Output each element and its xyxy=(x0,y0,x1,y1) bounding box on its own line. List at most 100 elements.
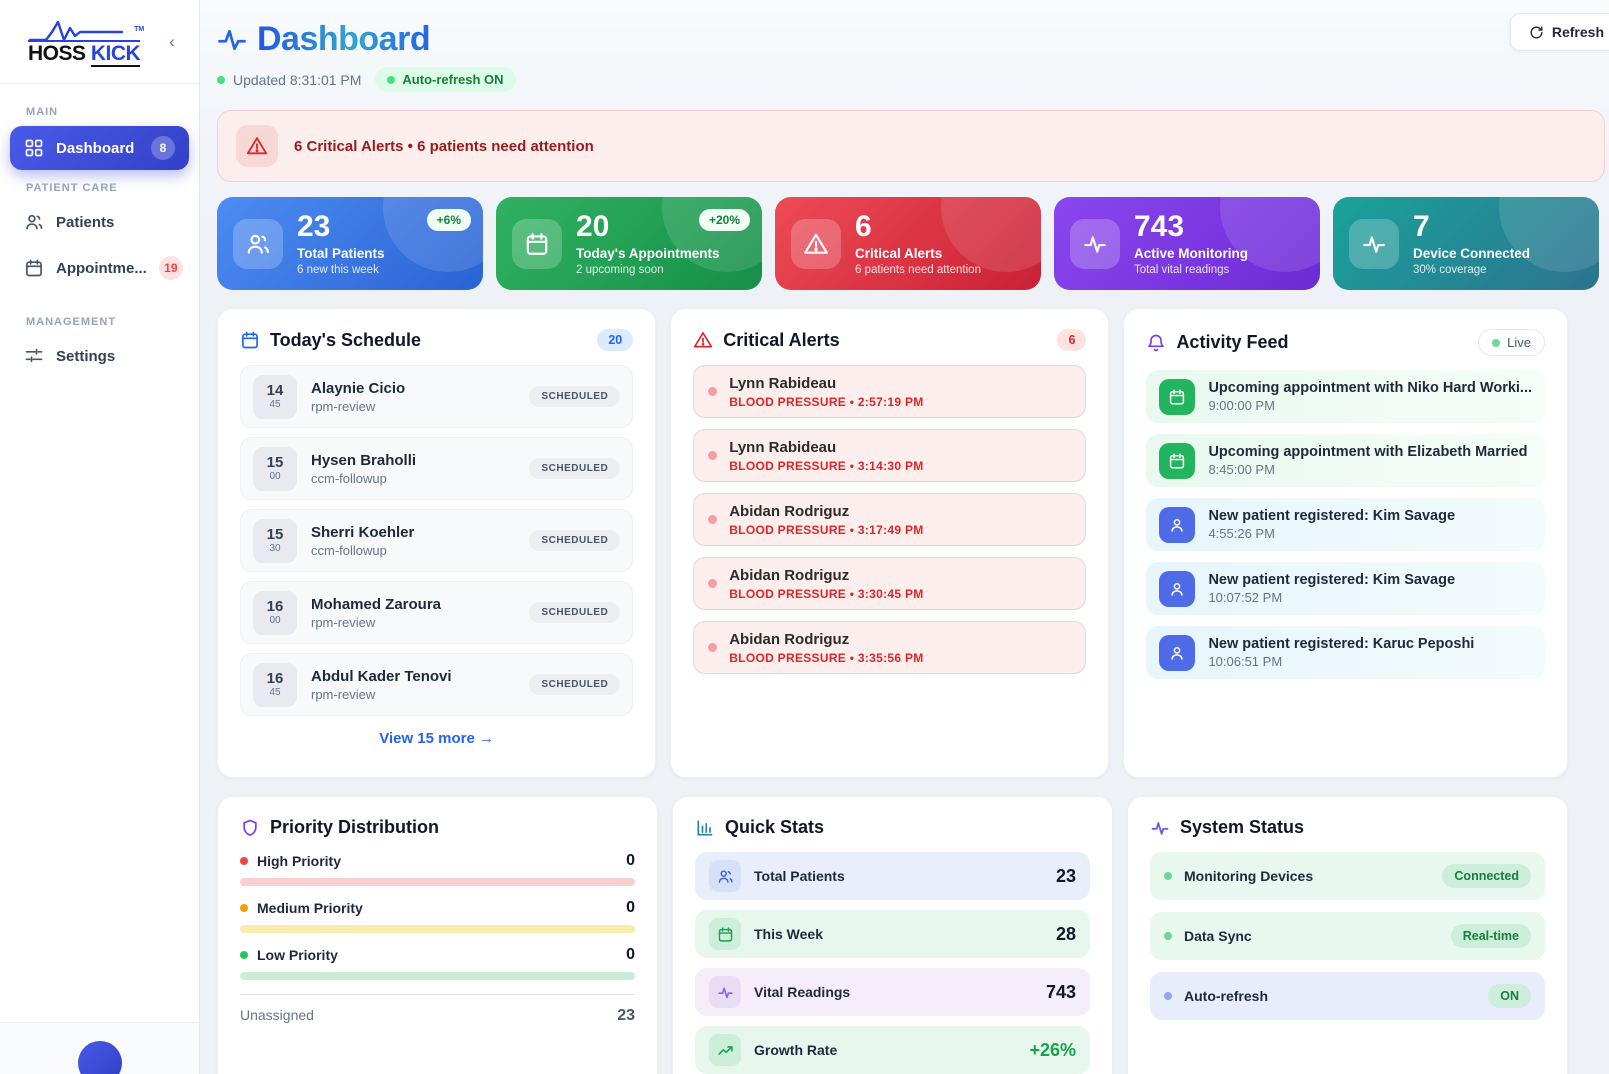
alert-row[interactable]: Abidan RodriguzBLOOD PRESSURE • 3:35:56 … xyxy=(693,621,1086,674)
alert-detail: BLOOD PRESSURE • 3:14:30 PM xyxy=(729,459,923,473)
system-status-list: Monitoring Devices Connected Data Sync R… xyxy=(1150,852,1545,1020)
patient-name: Abidan Rodriguz xyxy=(729,503,923,520)
schedule-row[interactable]: 1445 Alaynie Ciciorpm-review SCHEDULED xyxy=(240,365,633,428)
alert-row[interactable]: Abidan RodriguzBLOOD PRESSURE • 3:30:45 … xyxy=(693,557,1086,610)
schedule-row[interactable]: 1530 Sherri Koehlerccm-followup SCHEDULE… xyxy=(240,509,633,572)
stat-card-todays-appointments[interactable]: 20 Today's Appointments 2 upcoming soon … xyxy=(496,197,762,290)
system-status-label: Data Sync xyxy=(1184,928,1252,944)
appointment-type: rpm-review xyxy=(311,399,405,414)
time-chip: 1500 xyxy=(253,447,297,491)
sidebar-item-patients[interactable]: Patients xyxy=(10,202,189,242)
unassigned-value: 23 xyxy=(617,1007,635,1025)
users-icon xyxy=(24,212,44,232)
users-icon xyxy=(709,860,741,892)
stat-card-critical-alerts[interactable]: 6 Critical Alerts 6 patients need attent… xyxy=(775,197,1041,290)
status-dot xyxy=(1164,992,1172,1000)
quick-stat-row: Vital Readings 743 xyxy=(695,968,1090,1016)
panel-title: Today's Schedule xyxy=(270,330,421,351)
alert-dot xyxy=(708,451,717,460)
schedule-row[interactable]: 1500 Hysen Braholliccm-followup SCHEDULE… xyxy=(240,437,633,500)
feed-row[interactable]: Upcoming appointment with Niko Hard Work… xyxy=(1146,370,1545,423)
refresh-button[interactable]: Refresh xyxy=(1510,13,1609,51)
stat-value: 743 xyxy=(1134,210,1248,245)
stat-value: 20 xyxy=(576,210,719,245)
feed-text: New patient registered: Kim Savage xyxy=(1208,508,1455,524)
alert-row[interactable]: Lynn RabideauBLOOD PRESSURE • 2:57:19 PM xyxy=(693,365,1086,418)
app-logo: HOSS KICK TM xyxy=(28,18,140,65)
appointment-type: rpm-review xyxy=(311,615,441,630)
nav-section-patient-care: PATIENT CARE xyxy=(10,174,189,202)
priority-label: Low Priority xyxy=(257,947,338,963)
quick-stat-value: 23 xyxy=(1056,866,1076,887)
panels-row-1: Today's Schedule 20 1445 Alaynie Ciciorp… xyxy=(217,308,1568,778)
priority-label: Medium Priority xyxy=(257,900,363,916)
schedule-list: 1445 Alaynie Ciciorpm-review SCHEDULED 1… xyxy=(240,365,633,716)
stat-sub: 30% coverage xyxy=(1413,264,1530,277)
system-status-badge: Connected xyxy=(1442,864,1531,888)
users-icon xyxy=(233,219,283,269)
priority-bar xyxy=(240,972,635,980)
stat-card-total-patients[interactable]: 23 Total Patients 6 new this week +6% xyxy=(217,197,483,290)
logo-trademark: TM xyxy=(134,26,144,33)
stat-card-active-monitoring[interactable]: 743 Active Monitoring Total vital readin… xyxy=(1054,197,1320,290)
nav-section-management: MANAGEMENT xyxy=(10,308,189,336)
schedule-row[interactable]: 1645 Abdul Kader Tenovirpm-review SCHEDU… xyxy=(240,653,633,716)
panel-title: Critical Alerts xyxy=(723,330,839,351)
quick-stat-row: Growth Rate +26% xyxy=(695,1026,1090,1074)
alert-row[interactable]: Lynn Rabideau BLOOD PRESSURE • 3:14:30 PM xyxy=(693,429,1086,482)
page-title: Dashboard xyxy=(257,20,430,59)
sidebar-item-settings[interactable]: Settings xyxy=(10,336,189,376)
activity-feed-panel: Activity Feed Live Upcoming appointment … xyxy=(1123,308,1568,778)
shield-icon xyxy=(240,818,260,838)
sidebar-item-label: Appointme... xyxy=(56,260,147,277)
sidebar-collapse-button[interactable]: ‹ xyxy=(159,29,185,55)
stat-label: Critical Alerts xyxy=(855,246,981,262)
logo-word-kick: KICK xyxy=(91,42,140,67)
live-dot xyxy=(1492,339,1500,347)
feed-time: 10:06:51 PM xyxy=(1208,654,1474,669)
patient-name: Hysen Braholli xyxy=(311,452,416,469)
feed-row[interactable]: Upcoming appointment with Elizabeth Marr… xyxy=(1146,434,1545,487)
stat-sub: 6 new this week xyxy=(297,264,385,277)
status-dot xyxy=(1164,872,1172,880)
unassigned-row: Unassigned 23 xyxy=(240,1007,635,1025)
feed-row[interactable]: New patient registered: Karuc Peposhi10:… xyxy=(1146,626,1545,679)
alert-detail: BLOOD PRESSURE • 3:30:45 PM xyxy=(729,587,923,601)
feed-row[interactable]: New patient registered: Kim Savage10:07:… xyxy=(1146,562,1545,615)
sidebar-item-label: Patients xyxy=(56,214,114,231)
status-badge: SCHEDULED xyxy=(529,386,620,407)
patient-name: Abidan Rodriguz xyxy=(729,631,923,648)
updated-status: Updated 8:31:01 PM xyxy=(217,72,361,88)
time-chip: 1645 xyxy=(253,663,297,707)
panel-title: Activity Feed xyxy=(1176,332,1288,353)
alert-triangle-icon xyxy=(693,330,713,350)
status-badge: SCHEDULED xyxy=(529,602,620,623)
feed-row[interactable]: New patient registered: Kim Savage4:55:2… xyxy=(1146,498,1545,551)
grid-icon xyxy=(24,138,44,158)
calendar-icon xyxy=(1159,379,1195,415)
priority-bar xyxy=(240,925,635,933)
nav-section-main: MAIN xyxy=(10,98,189,126)
pulse-icon xyxy=(709,976,741,1008)
quick-stats-panel: Quick Stats Total Patients 23 This Week … xyxy=(672,796,1113,1074)
schedule-row[interactable]: 1600 Mohamed Zarourarpm-review SCHEDULED xyxy=(240,581,633,644)
critical-alerts-panel: Critical Alerts 6 Lynn RabideauBLOOD PRE… xyxy=(670,308,1109,778)
priority-label: High Priority xyxy=(257,853,341,869)
refresh-icon xyxy=(1529,25,1544,40)
calendar-icon xyxy=(240,330,260,350)
patient-name: Sherri Koehler xyxy=(311,524,414,541)
critical-alert-banner[interactable]: 6 Critical Alerts • 6 patients need atte… xyxy=(217,110,1605,182)
stat-card-device-connected[interactable]: 7 Device Connected 30% coverage xyxy=(1333,197,1599,290)
user-avatar[interactable] xyxy=(78,1041,122,1074)
patient-name: Mohamed Zaroura xyxy=(311,596,441,613)
quick-stat-value: 743 xyxy=(1046,982,1076,1003)
alert-row[interactable]: Abidan RodriguzBLOOD PRESSURE • 3:17:49 … xyxy=(693,493,1086,546)
feed-text: New patient registered: Kim Savage xyxy=(1208,572,1455,588)
alert-triangle-icon xyxy=(791,219,841,269)
system-status-panel: System Status Monitoring Devices Connect… xyxy=(1127,796,1568,1074)
priority-value: 0 xyxy=(626,899,635,917)
view-more-link[interactable]: View 15 more → xyxy=(379,730,494,747)
sidebar-item-dashboard[interactable]: Dashboard 8 xyxy=(10,126,189,170)
patient-name: Lynn Rabideau xyxy=(729,439,923,456)
sidebar-item-appointments[interactable]: Appointme... 19 xyxy=(10,246,189,290)
